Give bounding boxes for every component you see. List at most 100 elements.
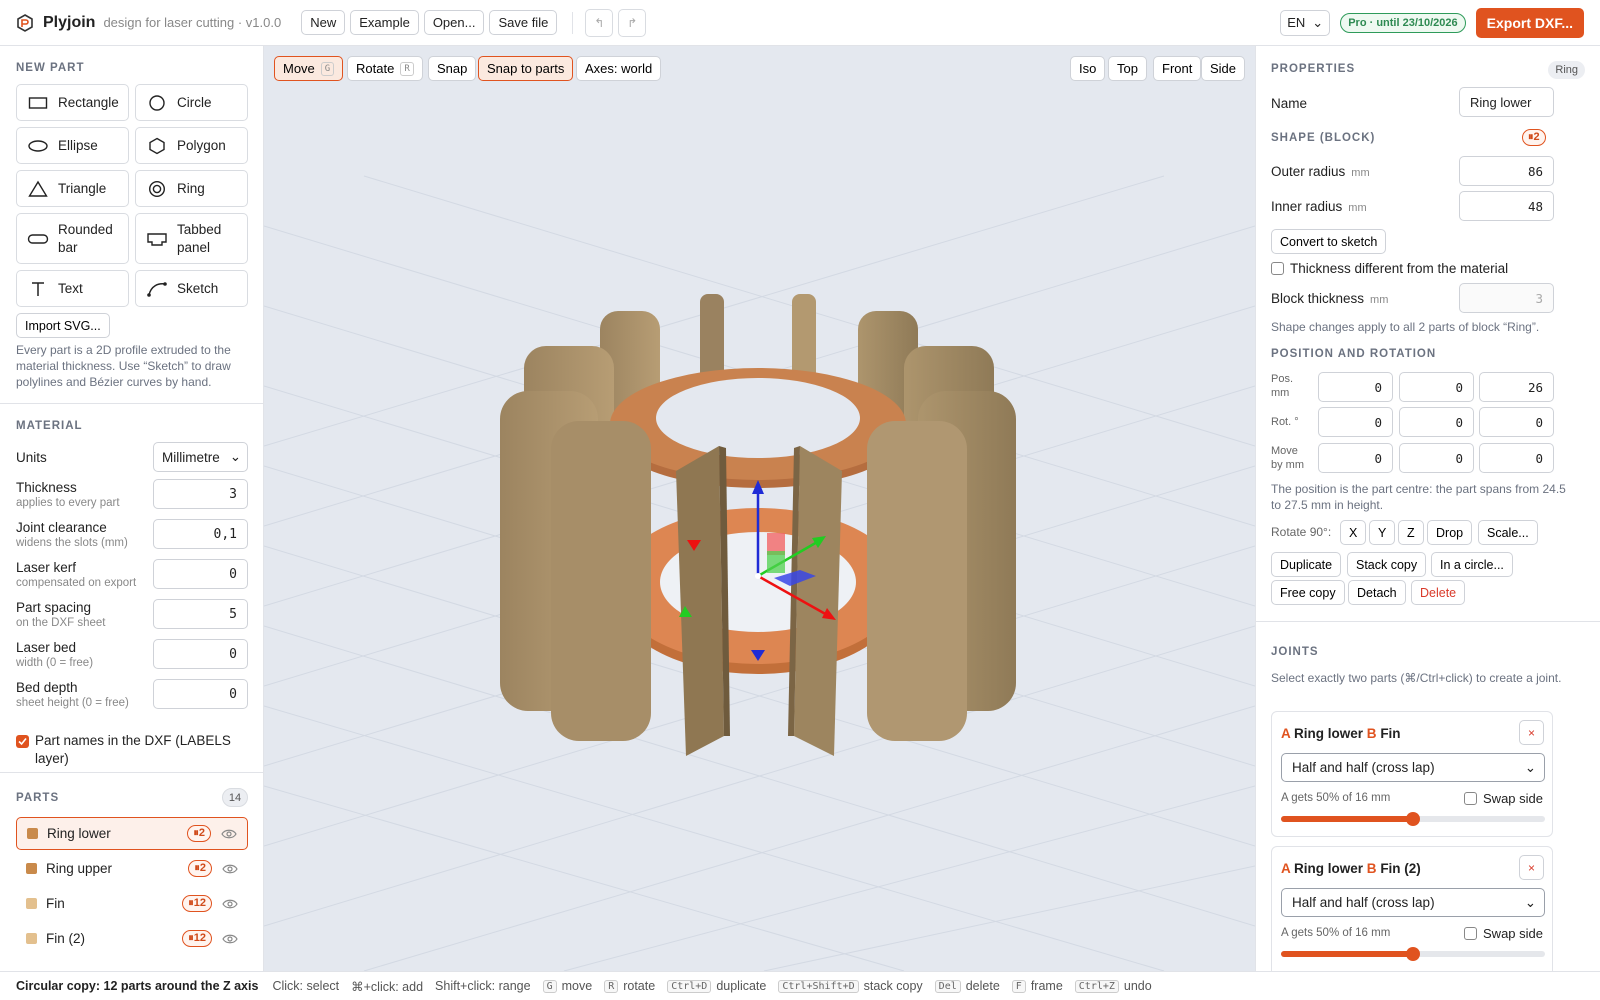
thickness-diff-checkbox[interactable] [1271,262,1284,275]
pos-x-input[interactable]: 0 [1318,372,1393,402]
rotate-y-button[interactable]: Y [1369,520,1396,545]
sketch-button[interactable]: Sketch [135,270,248,307]
scale-button[interactable]: Scale... [1478,520,1538,545]
shape-label: Triangle [58,181,107,196]
import-svg-button[interactable]: Import SVG... [16,313,110,338]
move-x-input[interactable]: 0 [1318,443,1393,473]
rotate-z-button[interactable]: Z [1398,520,1424,545]
inner-radius-label: Inner radius mm [1271,199,1367,214]
scene-canvas[interactable] [264,46,1255,971]
snap-button[interactable]: Snap [428,56,477,81]
eye-icon[interactable] [222,933,238,945]
close-icon: × [1527,860,1535,875]
thickness-input[interactable]: 3 [153,479,248,509]
outer-radius-input[interactable]: 86 [1459,156,1554,186]
undo-button[interactable]: ↰ [585,8,614,37]
rot-x-input[interactable]: 0 [1318,407,1393,437]
units-select[interactable]: Millimetre ⌄ [153,442,248,472]
swap-side-toggle[interactable]: Swap side [1464,926,1543,941]
redo-button[interactable]: ↱ [618,8,647,37]
swap-side-checkbox[interactable] [1464,792,1478,805]
move-y-input[interactable]: 0 [1399,443,1474,473]
part-item[interactable]: Ring lower ⏸2 [16,817,248,850]
eye-icon[interactable] [222,898,238,910]
joint-type-select[interactable]: Half and half (cross lap) ⌄ [1281,753,1545,782]
spacing-input[interactable]: 5 [153,599,248,629]
eye-icon[interactable] [222,863,238,875]
depth-input[interactable]: 0 [153,679,248,709]
labels-checkbox-row[interactable]: Part names in the DXF (LABELS layer) [16,732,248,768]
slider-knob[interactable] [1406,812,1420,826]
outer-radius-text: Outer radius [1271,164,1346,179]
joint-ratio-slider[interactable] [1281,947,1545,961]
iso-view-button[interactable]: Iso [1070,56,1106,81]
slider-knob[interactable] [1406,947,1420,961]
remove-joint-button[interactable]: × [1519,855,1544,880]
pos-y-input[interactable]: 0 [1399,372,1474,402]
swap-side-toggle[interactable]: Swap side [1464,791,1543,806]
joint-type-select[interactable]: Half and half (cross lap) ⌄ [1281,888,1545,917]
triangle-icon [27,180,49,198]
3d-viewport[interactable]: Move G Rotate R Snap Snap to parts Axes: w… [264,46,1255,971]
open-button[interactable]: Open... [423,10,485,35]
rectangle-button[interactable]: Rectangle [16,84,129,121]
new-part-title: NEW PART [16,62,85,74]
polygon-button[interactable]: Polygon [135,127,248,164]
clearance-input[interactable]: 0,1 [153,519,248,549]
tabbed-panel-button[interactable]: Tabbed panel [135,213,248,264]
eye-icon[interactable] [221,828,237,840]
delete-button[interactable]: Delete [1411,580,1466,605]
convert-to-sketch-button[interactable]: Convert to sketch [1271,229,1387,254]
joint-type-value: Half and half (cross lap) [1292,760,1435,775]
detach-button[interactable]: Detach [1348,580,1406,605]
block-thickness-input[interactable]: 3 [1459,283,1554,313]
free-copy-button[interactable]: Free copy [1271,580,1345,605]
kerf-input[interactable]: 0 [153,559,248,589]
snap-to-parts-button[interactable]: Snap to parts [478,56,574,81]
thickness-diff-row[interactable]: Thickness different from the material [1271,261,1508,276]
inner-radius-input[interactable]: 48 [1459,191,1554,221]
part-color-swatch [27,828,38,839]
part-item[interactable]: Fin (2) ⏸12 [16,922,248,955]
rot-y-input[interactable]: 0 [1399,407,1474,437]
language-value: EN [1287,15,1306,30]
move-by-text: Move [1271,445,1298,457]
front-view-button[interactable]: Front [1153,56,1202,81]
move-z-input[interactable]: 0 [1479,443,1554,473]
pos-z-input[interactable]: 26 [1479,372,1554,402]
rotate-mode-button[interactable]: Rotate R [347,56,423,81]
axes-button[interactable]: Axes: world [576,56,662,81]
triangle-button[interactable]: Triangle [16,170,129,207]
example-button[interactable]: Example [350,10,419,35]
new-button[interactable]: New [301,10,346,35]
shape-label: Ellipse [58,138,98,153]
remove-joint-button[interactable]: × [1519,720,1544,745]
stack-copy-button[interactable]: Stack copy [1347,552,1427,577]
export-dxf-button[interactable]: Export DXF... [1475,7,1584,38]
ellipse-button[interactable]: Ellipse [16,127,129,164]
duplicate-button[interactable]: Duplicate [1271,552,1342,577]
part-item[interactable]: Fin ⏸12 [16,887,248,920]
rounded-bar-button[interactable]: Rounded bar [16,213,129,264]
save-file-button[interactable]: Save file [489,10,558,35]
joint-ratio-slider[interactable] [1281,812,1545,826]
swap-side-checkbox[interactable] [1464,927,1478,940]
rot-z-input[interactable]: 0 [1479,407,1554,437]
side-view-button[interactable]: Side [1201,56,1246,81]
shortcut-label: frame [1030,979,1063,993]
shortcut-key: Ctrl+Z [1074,979,1119,993]
bed-input[interactable]: 0 [153,639,248,669]
ring-button[interactable]: Ring [135,170,248,207]
language-select[interactable]: EN ⌄ [1280,9,1331,36]
move-mode-button[interactable]: Move G [274,56,344,81]
part-color-swatch [26,863,37,874]
in-circle-button[interactable]: In a circle... [1431,552,1513,577]
drop-button[interactable]: Drop [1427,520,1473,545]
rotate-x-button[interactable]: X [1340,520,1367,545]
part-item[interactable]: Ring upper ⏸2 [16,852,248,885]
text-button[interactable]: Text [16,270,129,307]
top-view-button[interactable]: Top [1108,56,1147,81]
circle-button[interactable]: Circle [135,84,248,121]
name-input[interactable]: Ring lower [1459,87,1554,117]
labels-checkbox[interactable] [16,735,29,748]
